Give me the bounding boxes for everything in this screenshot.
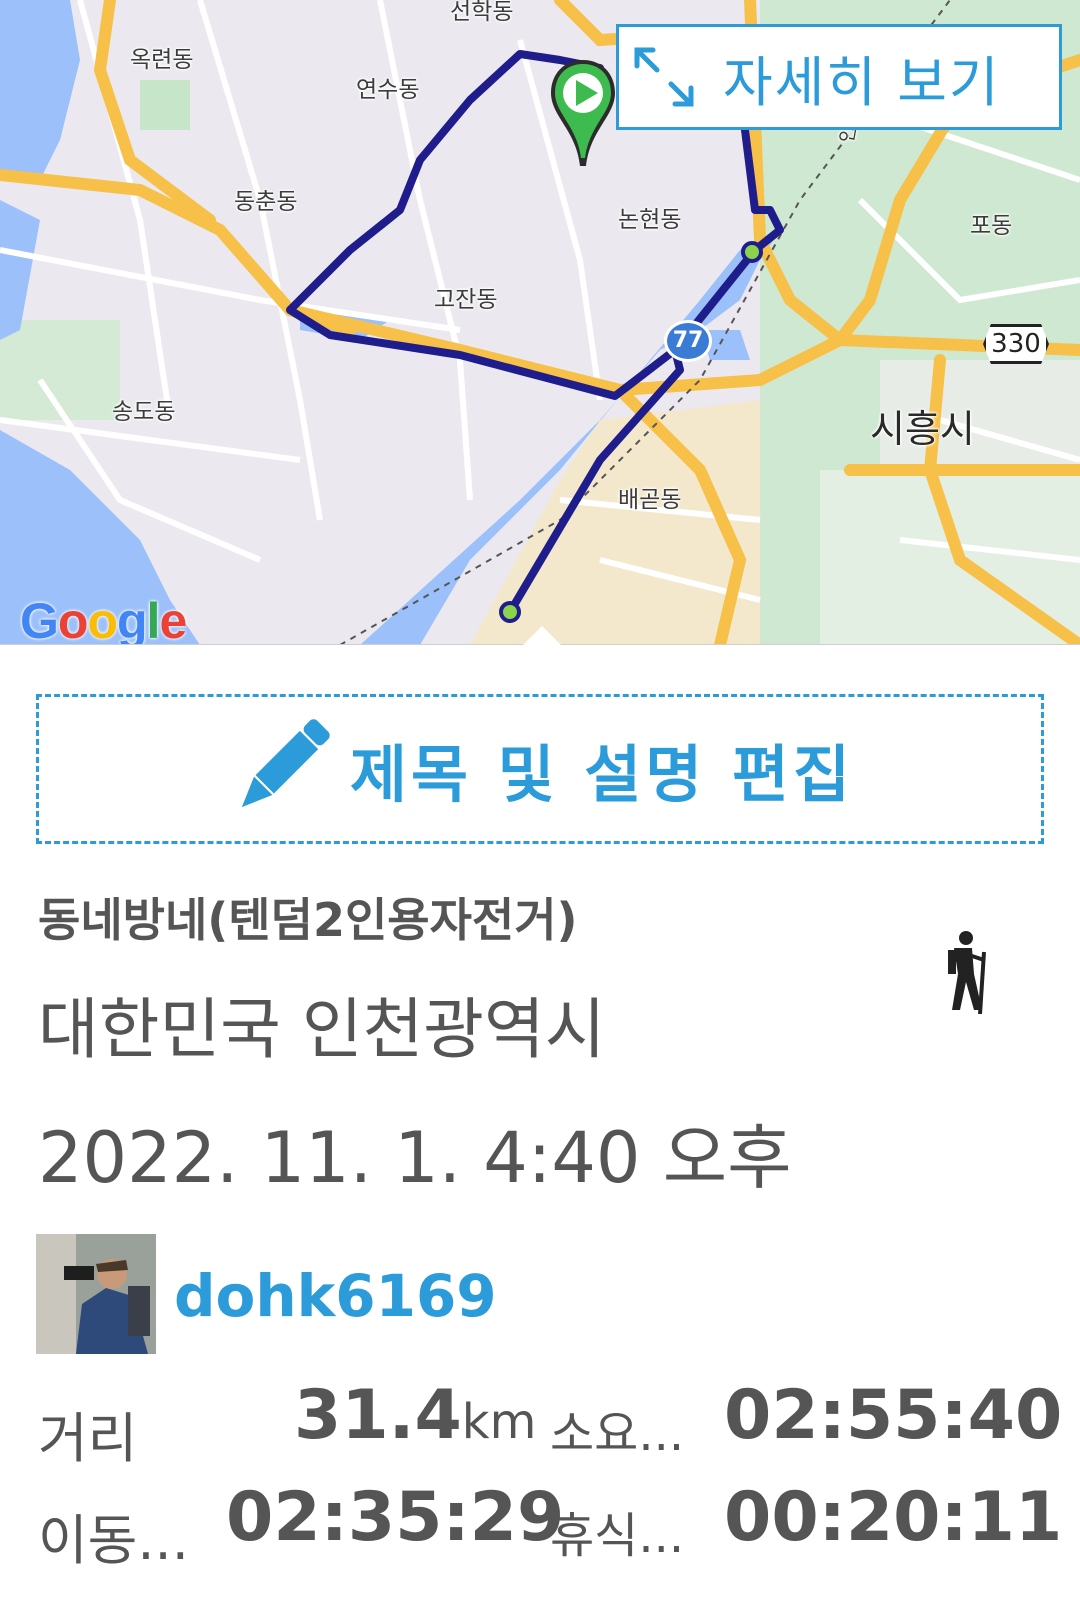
play-marker-icon[interactable]	[548, 58, 618, 168]
moving-time-value: 02:35:29	[226, 1478, 565, 1557]
stats-row-1: 거리 31.4km 소요... 02:55:40	[0, 1376, 1080, 1470]
view-detail-button[interactable]: 자세히 보기	[616, 24, 1062, 130]
avatar[interactable]	[36, 1234, 156, 1354]
map-label-dongchun: 동춘동	[234, 189, 298, 215]
map-label-seonhak: 선학동	[450, 0, 514, 25]
map-label-songdo: 송도동	[112, 399, 176, 425]
map-label-baegot: 배곧동	[618, 487, 682, 513]
track-title: 동네방네(텐덤2인용자전거)	[38, 893, 578, 947]
expand-arrows-icon	[634, 47, 694, 107]
route-number-badge: 77	[664, 320, 712, 362]
google-logo: Google	[20, 593, 187, 645]
distance-label: 거리	[38, 1407, 138, 1470]
map-label-nonhyeon: 논현동	[618, 207, 682, 233]
elapsed-time-label: 소요...	[550, 1406, 685, 1462]
end-point-dot	[499, 601, 521, 623]
map-label-siheung: 시흥시	[870, 407, 975, 451]
distance-unit: km	[461, 1394, 537, 1450]
map-label-okryeon: 옥련동	[130, 47, 194, 73]
rest-time-value: 00:20:11	[724, 1478, 1063, 1557]
track-location: 대한민국 인천광역시	[38, 991, 606, 1068]
elapsed-time-value: 02:55:40	[724, 1376, 1063, 1455]
map-pointer	[522, 626, 562, 645]
edit-title-description-button[interactable]: 제목 및 설명 편집	[36, 694, 1044, 844]
map-label-podong: 포동	[970, 213, 1013, 239]
highway-shield: 330	[983, 324, 1049, 364]
waypoint-dot	[741, 241, 763, 263]
hiking-icon	[948, 931, 986, 1014]
map-label-yeonsu: 연수동	[356, 77, 420, 103]
view-detail-label: 자세히 보기	[723, 50, 1001, 114]
rest-time-label: 휴식...	[550, 1508, 685, 1564]
map-label-gojan: 고잔동	[434, 287, 498, 313]
track-datetime: 2022. 11. 1. 4:40 오후	[38, 1117, 792, 1199]
avatar-photo	[36, 1234, 156, 1354]
username-link[interactable]: dohk6169	[174, 1262, 497, 1330]
distance-value-group: 31.4km	[294, 1376, 536, 1455]
distance-value: 31.4	[294, 1376, 462, 1455]
stats-row-2: 이동... 02:35:29 휴식... 00:20:11	[0, 1478, 1080, 1572]
route-map[interactable]: 선학동 옥련동 연수동 동춘동 논현동 고잔동 송도동 배곧동 포동 시흥시 인…	[0, 0, 1080, 645]
pencil-icon	[241, 719, 330, 808]
moving-time-label: 이동...	[38, 1509, 189, 1572]
edit-title-description-label: 제목 및 설명 편집	[349, 738, 855, 811]
